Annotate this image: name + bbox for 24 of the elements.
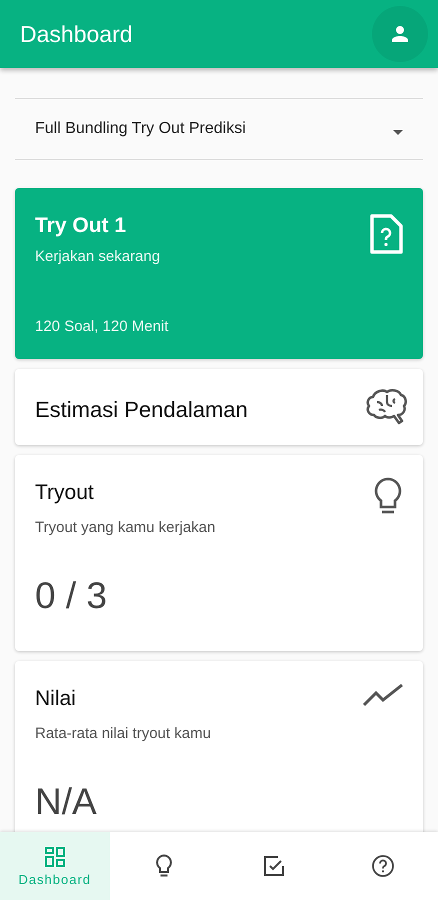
card-title: Tryout [35,481,95,505]
info-card[interactable]: Nilai Rata-rata nilai tryout kamu N/A [15,660,423,832]
trend-line-icon [363,682,403,707]
app-title: Dashboard [20,20,133,48]
package-dropdown[interactable]: Full Bundling Try Out Prediksi [15,98,423,160]
dropdown-caret-icon [393,130,403,134]
card-title: Try Out 1 [35,214,128,238]
card-title: Nilai [35,686,77,711]
checkbox-icon [262,854,286,878]
brain-icon [365,387,407,425]
question-document-icon [369,214,403,254]
help-icon [371,854,396,878]
lightbulb-icon [155,854,174,878]
card-value: N/A [35,782,98,822]
info-card[interactable]: Estimasi Pendalaman [15,369,423,445]
card-subtitle: Rata-rata nilai tryout kamu [35,724,211,742]
dashboard-icon [44,846,66,868]
info-card[interactable]: Tryout Tryout yang kamu kerjakan 0 / 3 [15,455,423,651]
card-subtitle: Kerjakan sekarang [35,248,160,265]
nav-tab[interactable] [328,832,438,900]
card-details: 120 Soal, 120 Menit [35,318,170,335]
card-value: 0 / 3 [35,576,108,617]
card-subtitle: Tryout yang kamu kerjakan [35,519,216,536]
card-title: Estimasi Pendalaman [35,397,248,423]
